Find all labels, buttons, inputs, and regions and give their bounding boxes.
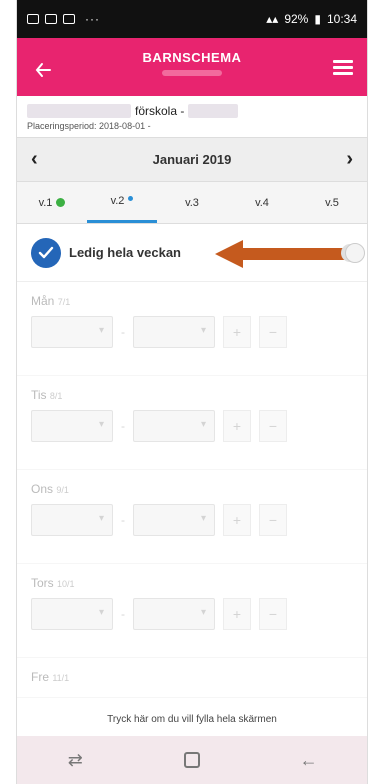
start-time-select[interactable] (31, 316, 113, 348)
start-time-select[interactable] (31, 598, 113, 630)
check-complete-icon (56, 198, 66, 207)
remove-time-button[interactable]: − (259, 598, 287, 630)
end-time-select[interactable] (133, 598, 215, 630)
signal-icon: ▴▴ (266, 12, 279, 26)
remove-time-button[interactable]: − (259, 410, 287, 442)
day-title: Fre 11/1 (31, 670, 70, 684)
day-row: Ons 9/1 - + − (17, 470, 367, 564)
day-title: Tis 8/1 (31, 388, 63, 402)
tab-label: v.3 (185, 196, 199, 209)
day-row: Tis 8/1 - + − (17, 376, 367, 470)
free-all-week-label: Ledig hela veckan (69, 245, 181, 260)
android-nav-bar: ⇄ ← (17, 736, 367, 784)
remove-time-button[interactable]: − (259, 316, 287, 348)
day-title: Tors 10/1 (31, 576, 75, 590)
school-extra-redacted (188, 104, 239, 118)
range-dash: - (121, 513, 125, 527)
week-tabs: v.1 v.2 v.3 v.4 v.5 (17, 182, 367, 224)
add-time-button[interactable]: + (223, 410, 251, 442)
day-list: Mån 7/1 - + − Tis 8/1 - + − Ons 9/1 (17, 282, 367, 698)
add-time-button[interactable]: + (223, 598, 251, 630)
message-icon (45, 14, 57, 24)
add-time-button[interactable]: + (223, 504, 251, 536)
unsaved-dot-icon (128, 195, 134, 201)
tab-week-5[interactable]: v.5 (297, 182, 367, 223)
tab-label: v.5 (325, 196, 339, 209)
start-time-select[interactable] (31, 410, 113, 442)
end-time-select[interactable] (133, 316, 215, 348)
range-dash: - (121, 419, 125, 433)
day-title: Ons 9/1 (31, 482, 69, 496)
tab-week-3[interactable]: v.3 (157, 182, 227, 223)
battery-icon: ▮ (314, 12, 321, 26)
tab-week-2[interactable]: v.2 (87, 182, 157, 223)
recent-apps-icon[interactable]: ⇄ (55, 745, 95, 775)
tab-week-1[interactable]: v.1 (17, 182, 87, 223)
end-time-select[interactable] (133, 410, 215, 442)
remove-time-button[interactable]: − (259, 504, 287, 536)
check-icon (38, 246, 54, 258)
school-info: förskola - Placeringsperiod: 2018-08-01 … (17, 96, 367, 138)
battery-level: 92% (284, 12, 309, 26)
add-time-button[interactable]: + (223, 316, 251, 348)
start-time-select[interactable] (31, 504, 113, 536)
gallery-icon (63, 14, 75, 24)
current-month: Januari 2019 (152, 152, 232, 167)
tab-label: v.2 (110, 195, 125, 207)
school-name-suffix: förskola - (135, 104, 185, 118)
day-row: Fre 11/1 (17, 658, 367, 698)
day-row: Tors 10/1 - + − (17, 564, 367, 658)
tab-week-4[interactable]: v.4 (227, 182, 297, 223)
end-time-select[interactable] (133, 504, 215, 536)
range-dash: - (121, 607, 125, 621)
day-title: Mån 7/1 (31, 294, 71, 308)
clock: 10:34 (326, 12, 357, 26)
status-bar: ··· ▴▴ 92% ▮ 10:34 (17, 0, 367, 38)
free-all-week-checkbox[interactable] (31, 237, 61, 268)
status-dots: ··· (85, 12, 100, 26)
placement-period: Placeringsperiod: 2018-08-01 - (27, 121, 151, 131)
home-icon[interactable] (172, 745, 212, 775)
school-name-redacted (27, 104, 131, 118)
hamburger-menu-icon[interactable] (333, 60, 353, 76)
tab-label: v.4 (255, 196, 269, 209)
page-title: BARNSCHEMA (142, 50, 242, 65)
month-navigation: ‹ Januari 2019 › (17, 138, 367, 182)
child-name-redacted (162, 70, 222, 76)
phone-screen: ··· ▴▴ 92% ▮ 10:34 BARNSCHEMA förskola -… (16, 0, 368, 784)
back-icon[interactable]: ← (289, 745, 329, 775)
fullscreen-hint[interactable]: Tryck här om du vill fylla hela skärmen (17, 710, 367, 732)
day-row: Mån 7/1 - + − (17, 282, 367, 376)
next-month-button[interactable]: › (346, 148, 353, 171)
range-dash: - (121, 325, 125, 339)
app-header: BARNSCHEMA (17, 38, 367, 96)
free-all-week-toggle[interactable] (341, 243, 365, 263)
notification-icon (27, 14, 39, 24)
prev-month-button[interactable]: ‹ (31, 148, 38, 171)
free-all-week-row: Ledig hela veckan (17, 224, 367, 282)
tab-label: v.1 (38, 196, 53, 209)
